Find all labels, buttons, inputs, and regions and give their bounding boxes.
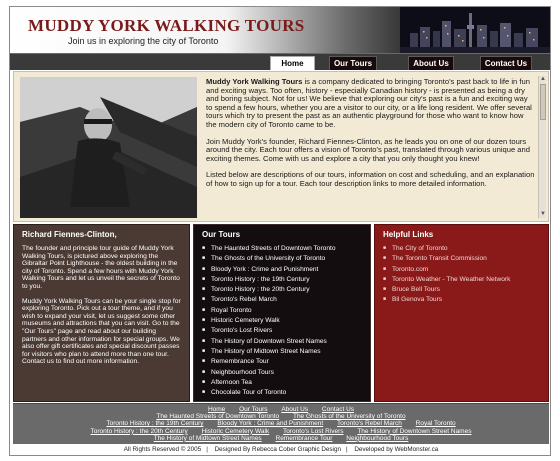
tour-link[interactable]: Chocolate Tour of Toronto (202, 389, 362, 397)
footer-link-our-tours[interactable]: Our Tours (239, 406, 267, 413)
footer-tour-link[interactable]: Neighbourhood Tours (346, 435, 408, 442)
scroll-thumb[interactable] (540, 84, 546, 120)
tour-link[interactable]: Toronto History : the 19th Century (202, 276, 362, 284)
tour-link[interactable]: Royal Toronto (202, 307, 362, 315)
founder-photo (20, 77, 197, 218)
footer-tour-link[interactable]: The History of Midtown Street Names (154, 435, 262, 442)
intro-paragraph-2: Join Muddy York's founder, Richard Fienn… (206, 136, 530, 163)
tour-link[interactable]: Toronto's Rebel March (202, 296, 362, 304)
intro-text: Muddy York Walking Tours is a company de… (206, 78, 536, 218)
design-credit[interactable]: Designed By Rebecca Cober Graphic Design (215, 446, 341, 453)
tours-column: Our Tours The Haunted Streets of Downtow… (193, 224, 371, 402)
helpful-link[interactable]: The City of Toronto (383, 245, 540, 253)
tour-link[interactable]: Toronto's Lost Rivers (202, 327, 362, 335)
helpful-links-column: Helpful Links The City of Toronto The To… (374, 224, 549, 402)
intro-paragraph-3: Listed below are descriptions of our tou… (206, 170, 535, 188)
tour-link[interactable]: The Haunted Streets of Downtown Toronto (202, 245, 362, 253)
main-nav: Home Our Tours About Us Contact Us (10, 53, 550, 70)
nav-tab-contact-us[interactable]: Contact Us (480, 56, 532, 70)
tour-link[interactable]: The Ghosts of the University of Toronto (202, 255, 362, 263)
helpful-link[interactable]: Toronto Weather - The Weather Network (383, 276, 540, 284)
footer-tour-link[interactable]: Remembrance Tour (276, 435, 333, 442)
footer-tour-link[interactable]: Historic Cemetery Walk (202, 428, 270, 435)
footer-tour-link[interactable]: The History of Downtown Street Names (357, 428, 471, 435)
footer-tour-link[interactable]: Bloody York : Crime and Punishment (217, 420, 323, 427)
intro-scrollbar[interactable]: ▲ ▼ (538, 76, 546, 218)
site-footer: Home Our Tours About Us Contact Us The H… (13, 403, 549, 455)
tour-link[interactable]: Neighbourhood Tours (202, 369, 362, 377)
site-title[interactable]: MUDDY YORK WALKING TOURS (28, 16, 305, 36)
founder-paragraph-2: Muddy York Walking Tours can be your sin… (22, 297, 181, 366)
helpful-link[interactable]: Toronto.com (383, 266, 540, 274)
footer-tour-link[interactable]: Toronto History : the 20th Century (91, 428, 188, 435)
page: MUDDY YORK WALKING TOURS Join us in expl… (9, 6, 551, 456)
footer-link-contact-us[interactable]: Contact Us (322, 406, 354, 413)
footer-tour-link[interactable]: The Haunted Streets of Downtown Toronto (156, 413, 279, 420)
footer-tour-link[interactable]: Toronto's Rebel March (337, 420, 402, 427)
footer-tour-link[interactable]: Toronto History : the 19th Century (106, 420, 203, 427)
intro-section: Muddy York Walking Tours is a company de… (13, 71, 549, 222)
nav-tab-about-us[interactable]: About Us (408, 56, 454, 70)
developer-credit[interactable]: Developed by WebMonster.ca (354, 446, 438, 453)
scroll-down-arrow-icon[interactable]: ▼ (539, 211, 547, 218)
tour-link[interactable]: Afternoon Tea (202, 379, 362, 387)
city-skyline-image (400, 7, 550, 53)
helpful-links-list: The City of Toronto The Toronto Transit … (383, 245, 540, 304)
footer-links: Home Our Tours About Us Contact Us The H… (13, 406, 549, 442)
footer-tour-link[interactable]: Toronto's Lost Rivers (283, 428, 344, 435)
footer-tour-link[interactable]: The Ghosts of the University of Toronto (293, 413, 406, 420)
copyright-text: All Rights Reserved © 2005 (123, 446, 202, 453)
tour-link[interactable]: The History of Downtown Street Names (202, 338, 362, 346)
helpful-link[interactable]: The Toronto Transit Commission (383, 255, 540, 263)
footer-credits: All Rights Reserved © 2005 | Designed By … (13, 444, 549, 455)
helpful-links-heading: Helpful Links (383, 230, 434, 239)
tour-link[interactable]: Toronto History : the 20th Century (202, 286, 362, 294)
tour-link[interactable]: Bloody York : Crime and Punishment (202, 266, 362, 274)
nav-tab-our-tours[interactable]: Our Tours (329, 56, 377, 70)
helpful-link[interactable]: Bil Genova Tours (383, 296, 540, 304)
tours-heading: Our Tours (202, 230, 241, 239)
tours-list: The Haunted Streets of Downtown Toronto … (202, 245, 362, 397)
footer-link-about-us[interactable]: About Us (281, 406, 308, 413)
site-tagline: Join us in exploring the city of Toronto (68, 36, 219, 46)
scroll-up-arrow-icon[interactable]: ▲ (539, 76, 547, 83)
founder-column: Richard Fiennes-Clinton, The founder and… (13, 224, 190, 402)
tour-link[interactable]: The History of Midtown Street Names (202, 348, 362, 356)
tour-link[interactable]: Remembrance Tour (202, 358, 362, 366)
founder-paragraph-1: The founder and principle tour guide of … (22, 245, 180, 290)
intro-paragraph-1: is a company dedicated to bringing Toron… (206, 78, 532, 129)
nav-tab-home[interactable]: Home (270, 56, 315, 70)
footer-tour-link[interactable]: Royal Toronto (416, 420, 456, 427)
footer-link-home[interactable]: Home (208, 406, 225, 413)
site-header: MUDDY YORK WALKING TOURS Join us in expl… (10, 7, 550, 53)
tour-link[interactable]: Historic Cemetery Walk (202, 317, 362, 325)
helpful-link[interactable]: Bruce Bell Tours (383, 286, 540, 294)
founder-heading: Richard Fiennes-Clinton, (22, 230, 117, 239)
